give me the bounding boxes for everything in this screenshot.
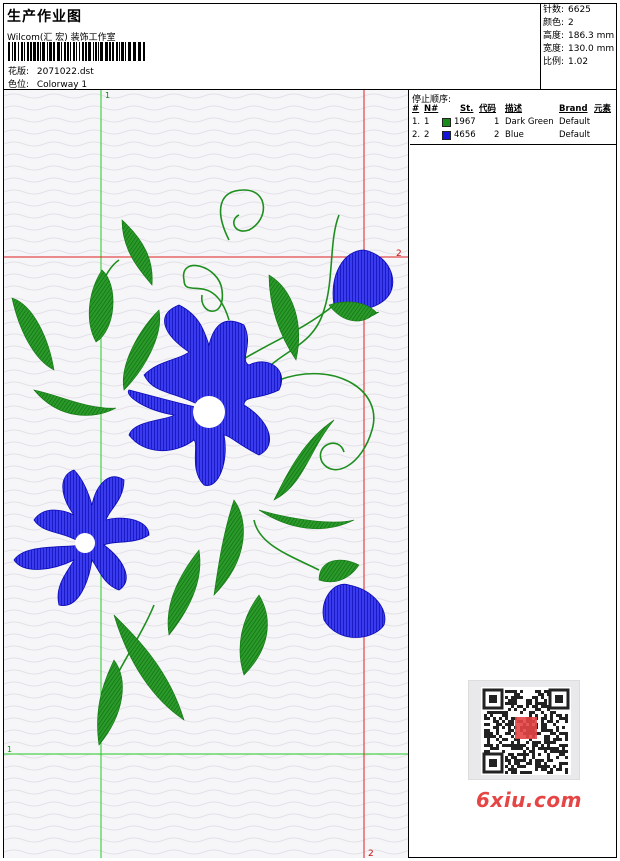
red-seal-icon	[515, 717, 537, 739]
col-stitches: St.	[460, 104, 474, 114]
flower-left-center	[75, 533, 95, 553]
qr-code-icon	[468, 680, 580, 780]
colorway-value: Colorway 1	[36, 80, 88, 90]
stat-colors-value: 2	[568, 18, 574, 28]
col-needle: N#	[424, 104, 439, 114]
stop-sequence-title: 停止顺序:	[412, 95, 452, 105]
col-index: #	[412, 104, 420, 114]
stat-stitches-value: 6625	[568, 5, 591, 15]
stat-height: 高度: 186.3 mm	[543, 30, 616, 43]
header-info: 生产作业图 Wilcom(汇 宏) 装饰工作室 花版: 2071022.dst …	[7, 6, 537, 90]
table-row: 2. 2 4656 2 Blue Default	[410, 129, 616, 142]
row-brand: Default	[559, 117, 591, 127]
row-code: 2	[494, 130, 500, 140]
row-stitches: 4656	[454, 130, 476, 140]
design-file-value: 2071022.dst	[36, 67, 94, 77]
stat-scale: 比例: 1.02	[543, 56, 616, 69]
stat-width-value: 130.0 mm	[568, 44, 615, 54]
row-stitches: 1967	[454, 117, 476, 127]
stat-width-label: 宽度:	[543, 44, 565, 54]
row-brand: Default	[559, 130, 591, 140]
design-file-label: 花版:	[8, 67, 30, 77]
stat-scale-value: 1.02	[568, 57, 589, 67]
row-needle: 2	[424, 130, 430, 140]
col-element: 元素	[594, 104, 612, 114]
colorway-label: 色位:	[8, 80, 30, 90]
stop-sequence-table: # N# St. 代码 描述 Brand 元素 1. 1 1967 1 Dark…	[410, 103, 616, 142]
row-description: Dark Green	[505, 117, 554, 127]
col-code: 代码	[479, 104, 497, 114]
stat-stitches-label: 针数:	[543, 5, 565, 15]
row-index: 2.	[412, 130, 421, 140]
row-index: 1.	[412, 117, 421, 127]
panel-divider	[410, 144, 616, 145]
row-needle: 1	[424, 117, 430, 127]
site-watermark: 6xiu.com	[476, 788, 582, 812]
embroidery-design: 1 1 2 2	[4, 90, 408, 858]
page-title: 生产作业图	[7, 9, 82, 25]
flower-large-center	[193, 396, 225, 428]
col-description: 描述	[505, 104, 523, 114]
barcode-icon	[8, 42, 145, 61]
worksheet-header: 生产作业图 Wilcom(汇 宏) 装饰工作室 花版: 2071022.dst …	[4, 4, 616, 90]
stat-height-value: 186.3 mm	[568, 31, 615, 41]
stat-scale-label: 比例:	[543, 57, 565, 67]
design-file-row: 花版: 2071022.dst	[8, 64, 94, 77]
guide-label-green-left: 1	[7, 745, 12, 754]
table-row: 1. 1 1967 1 Dark Green Default	[410, 116, 616, 129]
row-description: Blue	[505, 130, 524, 140]
stat-height-label: 高度:	[543, 31, 565, 41]
guide-label-green-top: 1	[105, 91, 110, 100]
stat-width: 宽度: 130.0 mm	[543, 43, 616, 56]
color-swatch-green	[442, 118, 451, 127]
color-swatch-blue	[442, 131, 451, 140]
row-code: 1	[494, 117, 500, 127]
stat-stitches: 针数: 6625	[543, 4, 616, 17]
col-brand: Brand	[559, 104, 588, 114]
embroidery-design-canvas: 1 1 2 2	[4, 90, 409, 858]
colorway-row: 色位: Colorway 1	[8, 77, 87, 90]
design-stats: 针数: 6625 颜色: 2 高度: 186.3 mm 宽度: 130.0 mm 比例:…	[540, 4, 616, 90]
guide-label-red-bottom: 2	[368, 849, 374, 858]
stat-colors: 颜色: 2	[543, 17, 616, 30]
qr-code-graphic	[481, 687, 571, 775]
stat-colors-label: 颜色:	[543, 18, 565, 28]
guide-label-red-right: 2	[396, 249, 402, 259]
table-header: # N# St. 代码 描述 Brand 元素	[410, 103, 616, 116]
